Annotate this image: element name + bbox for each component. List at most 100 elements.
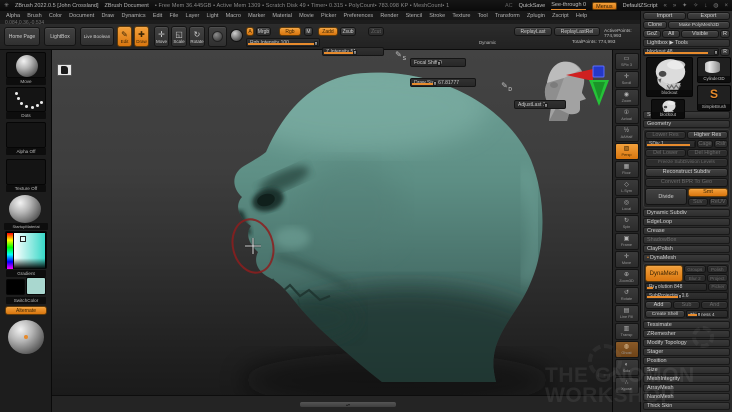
- draw-size-slider[interactable]: Draw Size 67.81777: [410, 78, 476, 87]
- zsub-button[interactable]: Zsub: [340, 27, 356, 36]
- clone-button[interactable]: Clone: [643, 21, 667, 29]
- dynamesh-groups-toggle[interactable]: Groups: [684, 265, 706, 273]
- current-stroke-thumbnail[interactable]: [6, 87, 46, 112]
- saturation-square[interactable]: [14, 233, 45, 269]
- menu-item-zscript[interactable]: Zscript: [552, 13, 569, 19]
- zremesher-header[interactable]: ZRemesher: [643, 330, 730, 338]
- claypolish-header[interactable]: ClayPolish: [643, 245, 730, 253]
- spin-button[interactable]: ↻ Spin: [614, 215, 639, 232]
- current-alpha-thumbnail[interactable]: [6, 122, 46, 148]
- globe-icon[interactable]: ◍: [713, 2, 718, 9]
- dynamesh-polish-toggle[interactable]: Polish: [706, 265, 728, 273]
- default-zscript-button[interactable]: DefaultZScript: [623, 3, 658, 9]
- tool-thumb-blockout-small[interactable]: blockout: [651, 99, 685, 119]
- brush-preview-button[interactable]: [208, 26, 227, 47]
- dynamesh-add-toggle[interactable]: Add: [645, 301, 672, 309]
- hand-tool-alt-icon[interactable]: ✧: [693, 2, 698, 9]
- menus-button[interactable]: Menus: [592, 1, 617, 10]
- menu-item-alpha[interactable]: Alpha: [6, 13, 20, 19]
- zadd-button[interactable]: Zadd: [318, 27, 338, 36]
- menu-item-layer[interactable]: Layer: [186, 13, 200, 19]
- menu-item-dynamics[interactable]: Dynamics: [121, 13, 145, 19]
- menu-item-texture[interactable]: Texture: [452, 13, 470, 19]
- doc-prev-icon[interactable]: «: [663, 3, 666, 9]
- material-sphere-icon[interactable]: [230, 29, 243, 42]
- transp-button[interactable]: ▥ Transp: [614, 323, 639, 340]
- ghost-button[interactable]: ◍ Ghost: [614, 341, 639, 358]
- export-button[interactable]: Export: [687, 12, 730, 20]
- dynamesh-project-toggle[interactable]: Project: [706, 274, 728, 282]
- goz-r-button[interactable]: R: [720, 30, 730, 38]
- xpose-button[interactable]: ∴ Xpose: [614, 377, 639, 394]
- current-texture-thumbnail[interactable]: [6, 159, 46, 185]
- download-icon[interactable]: ↓: [704, 3, 707, 9]
- menu-item-transform[interactable]: Transform: [495, 13, 520, 19]
- convert-bpr-button[interactable]: Convert BPR To Geo: [645, 178, 728, 187]
- reconstruct-subdiv-button[interactable]: Reconstruct Subdiv: [645, 168, 728, 177]
- import-button[interactable]: Import: [643, 12, 686, 20]
- local-button[interactable]: ◎ Local: [614, 197, 639, 214]
- current-brush-thumbnail[interactable]: [6, 52, 46, 78]
- stager-header[interactable]: Stager: [643, 348, 730, 356]
- goz-visible-button[interactable]: Visible: [681, 30, 719, 38]
- zcut-button[interactable]: Zcut: [368, 27, 384, 36]
- scale-button[interactable]: ◱ Scale: [171, 26, 187, 47]
- menu-item-picker[interactable]: Picker: [321, 13, 336, 19]
- doc-next-icon[interactable]: »: [673, 3, 676, 9]
- menu-item-stroke[interactable]: Stroke: [429, 13, 445, 19]
- nanomesh-header[interactable]: NanoMesh: [643, 393, 730, 401]
- del-higher-button[interactable]: Del Higher: [687, 149, 728, 157]
- dynamesh-section-header[interactable]: • DynaMesh: [643, 254, 730, 262]
- rgb-intensity-slider[interactable]: Rgb Intensity 100: [246, 38, 320, 47]
- meshintegrity-header[interactable]: MeshIntegrity: [643, 375, 730, 383]
- lightbox-button[interactable]: LightBox: [44, 27, 76, 46]
- menu-item-macro[interactable]: Macro: [226, 13, 241, 19]
- tool-thumb-blockout-large[interactable]: blockout: [646, 57, 693, 97]
- menu-item-help[interactable]: Help: [576, 13, 587, 19]
- menu-item-file[interactable]: File: [169, 13, 178, 19]
- dynamesh-button[interactable]: DynaMesh: [645, 265, 683, 282]
- smt-toggle[interactable]: Smt: [688, 188, 728, 197]
- tool-slider-r-button[interactable]: R: [720, 48, 730, 56]
- menu-item-preferences[interactable]: Preferences: [343, 13, 373, 19]
- rgb-button[interactable]: Rgb: [279, 27, 301, 36]
- a-toggle-button[interactable]: A: [246, 27, 254, 36]
- menu-item-edit[interactable]: Edit: [153, 13, 162, 19]
- suv-toggle[interactable]: Suv: [688, 198, 708, 206]
- draw-button[interactable]: ✚ Draw: [134, 26, 149, 47]
- lightbox-tools-label[interactable]: Lightbox ▶ Tools: [643, 39, 730, 47]
- m-button[interactable]: M: [304, 27, 313, 36]
- quicksave-button[interactable]: QuickSave: [519, 3, 546, 9]
- secondary-color-swatch[interactable]: [6, 279, 25, 295]
- menu-item-movie[interactable]: Movie: [299, 13, 314, 19]
- document-corner-icon[interactable]: [57, 64, 72, 76]
- see-through-slider[interactable]: See-through 0: [551, 2, 587, 10]
- higher-res-button[interactable]: Higher Res: [687, 131, 728, 139]
- dynamic-subdiv-header[interactable]: Dynamic Subdiv: [643, 209, 730, 217]
- tool-thumb-cylinder3d[interactable]: Cylinder3D: [697, 57, 731, 83]
- rotate-3d-button[interactable]: ↺ Rotate: [614, 287, 639, 304]
- rslr-button[interactable]: Rslr: [714, 140, 728, 148]
- tool-inventory-slider[interactable]: blockout 48: [643, 48, 719, 56]
- spix-slider[interactable]: ▭ SPix 3: [614, 53, 639, 70]
- crease-header[interactable]: Crease: [643, 227, 730, 235]
- hand-tool-icon[interactable]: ✦: [682, 2, 687, 9]
- rotate-button[interactable]: ↻ Rotate: [189, 26, 205, 47]
- dynamesh-blur-slider[interactable]: Blur 2: [684, 274, 706, 282]
- z-intensity-slider[interactable]: Z Intensity 51: [322, 47, 384, 56]
- sdiv-slider[interactable]: SDiv 1: [645, 140, 696, 148]
- picker-button[interactable]: Picker: [708, 283, 728, 291]
- canvas-scrollbar[interactable]: ▴▾: [300, 402, 396, 407]
- thickness-slider[interactable]: Thickness 4: [686, 310, 728, 318]
- goz-all-button[interactable]: All: [662, 30, 680, 38]
- menu-item-brush[interactable]: Brush: [27, 13, 41, 19]
- subprojection-slider[interactable]: SubProjection 0.6: [645, 292, 728, 300]
- menu-item-zplugin[interactable]: Zplugin: [527, 13, 545, 19]
- solo-button[interactable]: ◐ Solo: [614, 359, 639, 376]
- geometry-section-header[interactable]: Geometry: [643, 120, 730, 128]
- tool-thumb-simplebrush[interactable]: S SimpleBrush: [697, 85, 731, 111]
- actual-button[interactable]: ① Actual: [614, 107, 639, 124]
- persp-button[interactable]: ▨ Persp: [614, 143, 639, 160]
- menu-item-marker[interactable]: Marker: [248, 13, 265, 19]
- move-3d-button[interactable]: ✛ Move: [614, 251, 639, 268]
